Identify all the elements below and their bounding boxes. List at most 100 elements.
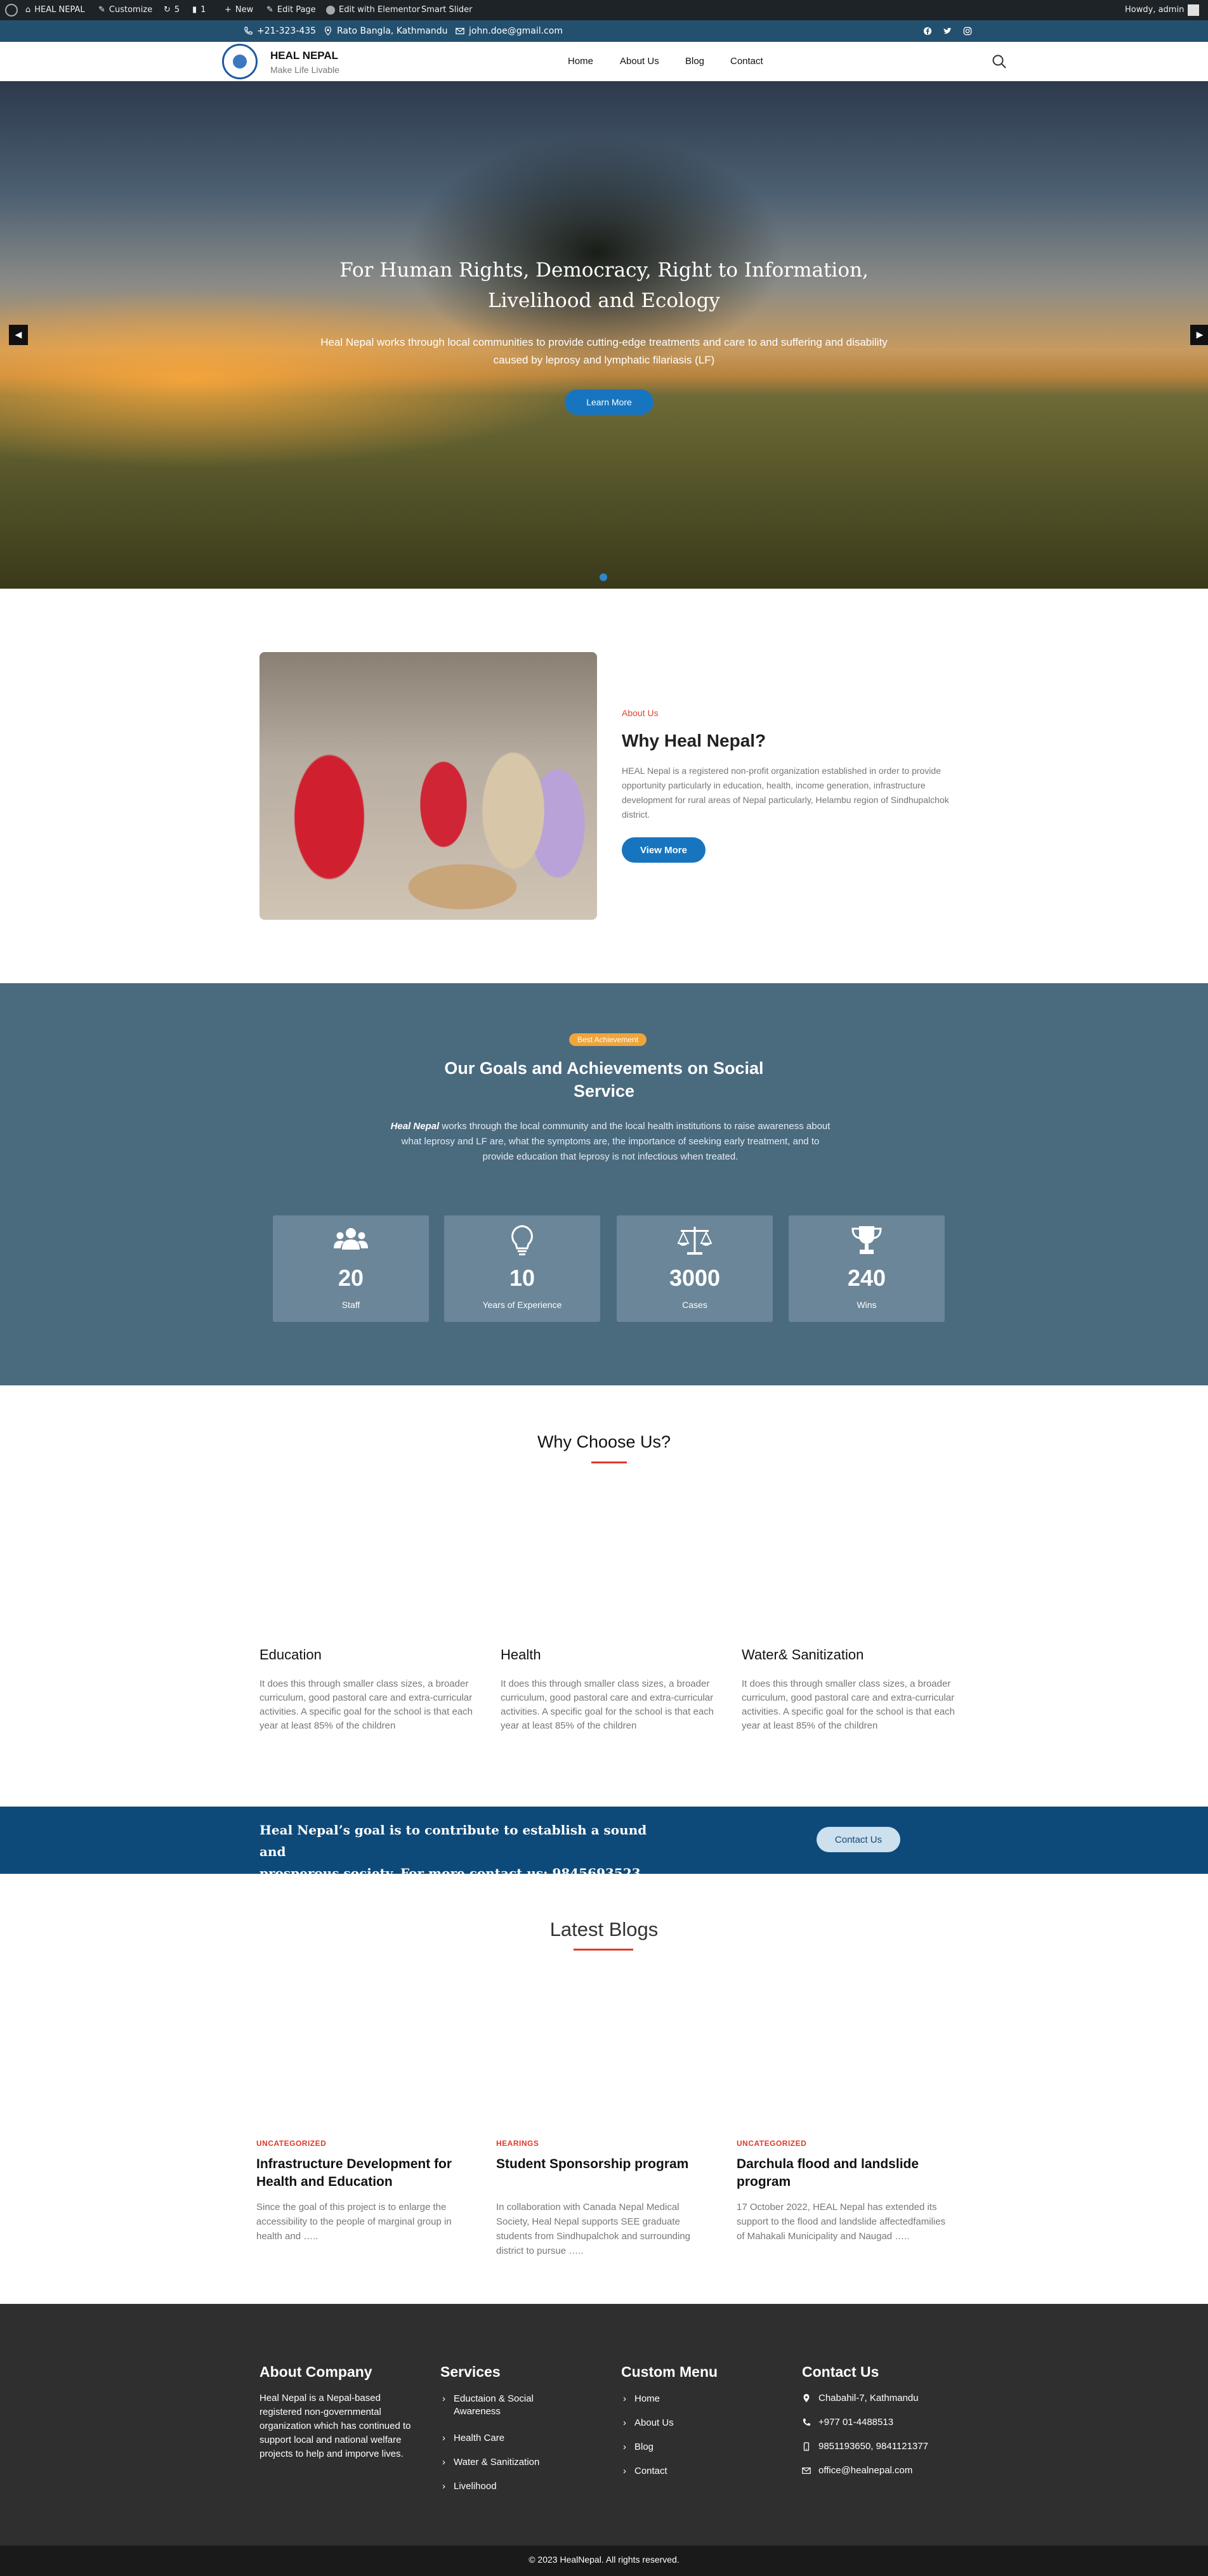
feature-text-water: It does this through smaller class sizes…	[742, 1678, 955, 1731]
post-title-link[interactable]: Student Sponsorship program	[496, 2155, 718, 2173]
view-more-button[interactable]: View More	[622, 837, 706, 863]
contact-us-button[interactable]: Contact Us	[817, 1827, 900, 1852]
site-title[interactable]: HEAL NEPAL	[270, 49, 338, 62]
chevron-right-icon: ›	[623, 2417, 626, 2428]
refresh-icon: ↻	[164, 5, 171, 15]
footer-menu-link[interactable]: › About Us	[623, 2417, 674, 2429]
slider-next-arrow-icon[interactable]: ▶	[1190, 325, 1208, 345]
footer-menu-link[interactable]: › Blog	[623, 2441, 653, 2454]
footer-service-link[interactable]: › Livelihood	[442, 2480, 569, 2493]
footer-menu-label: Contact	[634, 2466, 667, 2476]
topbar-email[interactable]: john.doe@gmail.com	[456, 20, 563, 42]
search-icon[interactable]	[991, 53, 1008, 70]
nav-blog[interactable]: Blog	[685, 56, 704, 67]
post-title-link[interactable]: Infrastructure Development for Health an…	[256, 2155, 478, 2191]
location-text: Rato Bangla, Kathmandu	[337, 26, 448, 36]
copyright-text: © 2023 HealNepal. All rights reserved.	[528, 2554, 680, 2565]
site-tagline: Make Life Livable	[270, 65, 339, 75]
footer-service-link[interactable]: › Water & Sanitization	[442, 2456, 569, 2469]
map-pin-icon	[803, 2393, 810, 2402]
mobile-icon	[803, 2442, 810, 2451]
contact-address-text: Chabahil-7, Kathmandu	[818, 2393, 919, 2403]
chevron-right-icon: ›	[442, 2457, 445, 2468]
nav-contact[interactable]: Contact	[730, 56, 763, 67]
twitter-link[interactable]	[943, 20, 952, 42]
hero-title-line-2: Livelihood and Ecology	[488, 289, 720, 312]
my-account-link[interactable]: Howdy, admin	[1125, 0, 1200, 20]
goals-text-body: works through the local community and th…	[401, 1121, 830, 1162]
slider-pagination-dot[interactable]	[600, 573, 607, 581]
plus-icon: +	[225, 5, 232, 15]
footer-menu-title: Custom Menu	[621, 2364, 718, 2380]
footer-menu-link[interactable]: › Contact	[623, 2465, 667, 2478]
footer-service-label: Water & Sanitization	[454, 2457, 540, 2468]
footer-service-link[interactable]: › Eductaion & Social Awareness	[442, 2393, 569, 2418]
title-underline	[574, 1949, 633, 1951]
customize-label: Customize	[108, 5, 153, 15]
admin-site-name-link[interactable]: ⌂ HEAL NEPAL	[25, 0, 85, 20]
about-kicker: About Us	[622, 708, 659, 718]
instagram-link[interactable]	[963, 20, 972, 42]
footer-service-link[interactable]: › Health Care	[442, 2432, 569, 2445]
contact-phone-text: +977 01-4488513	[818, 2417, 894, 2428]
stat-label: Wins	[857, 1300, 877, 1310]
updates-link[interactable]: ↻ 5	[164, 0, 180, 20]
envelope-icon	[802, 2467, 811, 2474]
chevron-right-icon: ›	[442, 2393, 445, 2404]
chevron-right-icon: ›	[442, 2481, 445, 2492]
stat-label: Staff	[341, 1300, 360, 1310]
wp-admin-bar: ⌂ HEAL NEPAL ✎ Customize ↻ 5 ▮ 1 + New ✎…	[0, 0, 1208, 20]
balance-scale-icon	[677, 1227, 712, 1255]
learn-more-button[interactable]: Learn More	[565, 389, 653, 415]
brush-icon: ✎	[98, 5, 105, 15]
footer-services-title: Services	[440, 2364, 501, 2380]
site-logo[interactable]	[222, 44, 258, 79]
contact-email-text: office@healnepal.com	[818, 2465, 913, 2476]
latest-blogs-title: Latest Blogs	[549, 1918, 659, 1940]
footer-contact-address: Chabahil-7, Kathmandu	[802, 2393, 919, 2403]
post-category-link[interactable]: HEARINGS	[496, 2139, 539, 2148]
footer-contact-email[interactable]: office@healnepal.com	[802, 2465, 912, 2476]
nav-home[interactable]: Home	[568, 56, 593, 67]
wordpress-logo-icon[interactable]	[5, 0, 18, 20]
footer-about-title: About Company	[259, 2364, 372, 2380]
phone-text: +21-323-435	[257, 26, 317, 36]
facebook-link[interactable]	[923, 20, 932, 42]
smart-slider-link[interactable]: Smart Slider	[421, 0, 473, 20]
edit-page-link[interactable]: ✎ Edit Page	[266, 0, 316, 20]
smart-slider-label: Smart Slider	[421, 5, 473, 15]
post-category-link[interactable]: UNCATEGORIZED	[256, 2139, 326, 2148]
footer-service-label: Livelihood	[454, 2481, 497, 2492]
facebook-icon	[923, 27, 932, 36]
post-title-link[interactable]: Darchula flood and landslide program	[737, 2155, 959, 2191]
topbar-phone: +21-323-435	[244, 20, 316, 42]
footer-menu-link[interactable]: › Home	[623, 2393, 660, 2405]
comments-link[interactable]: ▮ 1	[192, 0, 206, 20]
topbar-location: Rato Bangla, Kathmandu	[324, 20, 448, 42]
edit-elementor-label: Edit with Elementor	[339, 5, 421, 15]
users-icon	[334, 1228, 368, 1250]
stat-card-cases: 3000 Cases	[617, 1215, 773, 1322]
top-info-bar: +21-323-435 Rato Bangla, Kathmandu john.…	[0, 20, 1208, 42]
cta-text-line-2: prosperous society. For more contact us:…	[259, 1866, 641, 1881]
stat-label: Years of Experience	[482, 1300, 562, 1310]
footer-about-text: Heal Nepal is a Nepal-based registered n…	[259, 2393, 411, 2459]
about-title: Why Heal Nepal?	[622, 731, 766, 750]
hero-title-line-1: For Human Rights, Democracy, Right to In…	[339, 259, 869, 282]
customize-link[interactable]: ✎ Customize	[98, 0, 152, 20]
lightbulb-icon	[511, 1225, 533, 1255]
home-icon: ⌂	[25, 5, 31, 15]
twitter-icon	[943, 27, 952, 34]
pencil-icon: ✎	[266, 5, 273, 15]
nav-about-us[interactable]: About Us	[620, 56, 659, 67]
post-category-link[interactable]: UNCATEGORIZED	[737, 2139, 806, 2148]
stat-value: 240	[847, 1265, 886, 1291]
edit-elementor-link[interactable]: Edit with Elementor	[326, 0, 420, 20]
stat-value: 3000	[669, 1265, 721, 1291]
new-content-link[interactable]: + New	[225, 0, 253, 20]
goals-text: Heal Nepal works through the local commu…	[387, 1119, 834, 1165]
admin-site-name: HEAL NEPAL	[34, 5, 85, 15]
new-label: New	[235, 5, 254, 15]
slider-prev-arrow-icon[interactable]: ◀	[9, 325, 28, 345]
comments-count: 1	[200, 5, 206, 15]
